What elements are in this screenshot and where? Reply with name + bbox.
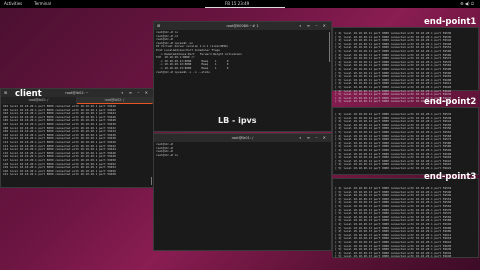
window-controls[interactable]: ⌕ ≡ – ✕ xyxy=(299,134,328,142)
label-endpoint2: end-point2 xyxy=(424,97,477,107)
terminal-window-ep3[interactable]: [ 4] local 10.10.20.13 port 8080 connect… xyxy=(332,178,479,258)
terminal-line: root@lb:~# ls xyxy=(156,152,178,157)
terminal-line: [ 5] local 10.10.20.13 port 8080 connect… xyxy=(335,254,452,259)
window-title: root@lb01: / xyxy=(231,136,254,140)
terminal-line: 121 local 10.10.20.1 port 8080 connected… xyxy=(3,172,116,177)
system-tray[interactable]: ⚙ ◀) ⏻ xyxy=(460,0,474,8)
terminal-window-ep2[interactable]: [ 4] local 10.10.20.12 port 8080 connect… xyxy=(332,107,479,175)
terminal-output[interactable]: [ 4] local 10.10.20.12 port 8080 connect… xyxy=(333,108,478,172)
window-title: root@K0080:~# 1 xyxy=(226,24,259,28)
window-controls[interactable]: ⌕ ≡ – ✕ xyxy=(299,22,328,30)
terminal-line: [ 5] local 10.10.20.12 port 8080 connect… xyxy=(335,165,452,170)
window-title: root@lb02: ~ xyxy=(65,91,89,95)
activities-button[interactable]: Activities xyxy=(4,0,22,8)
window-controls[interactable]: ⌕ ≡ – ✕ xyxy=(121,89,150,97)
label-endpoint3: end-point3 xyxy=(424,172,477,182)
terminal-window-ep1[interactable]: [ 4] local 10.10.20.11 port 8080 connect… xyxy=(332,27,479,103)
titlebar[interactable]: ⊞ root@K0080:~# 1 ⌕ ≡ – ✕ xyxy=(154,22,331,30)
scrollbar[interactable] xyxy=(151,177,152,185)
recording-indicator xyxy=(205,7,285,8)
terminal-output[interactable]: root@lb:~# root@lb:~# root@lb:~# root@lb:~#… xyxy=(154,142,331,158)
new-tab-icon[interactable]: ⊞ xyxy=(4,89,7,97)
label-client: client xyxy=(15,89,42,99)
terminal-output[interactable]: [ 4] local 10.10.20.11 port 8080 connect… xyxy=(333,28,478,105)
terminal-line: root@lb:~# ipvsadm -L -n --stats xyxy=(156,69,210,74)
scrollbar[interactable] xyxy=(329,32,330,62)
terminal-output[interactable]: 102 local 10.10.20.1 port 8080 connected… xyxy=(1,104,153,178)
terminal-output[interactable]: [ 4] local 10.10.20.13 port 8080 connect… xyxy=(333,179,478,260)
label-endpoint1: end-point1 xyxy=(424,17,477,27)
new-tab-icon[interactable]: ⊞ xyxy=(157,22,160,30)
terminal-window-lb-2[interactable]: root@lb01: / ⌕ ≡ – ✕ root@lb:~# root@lb:~… xyxy=(153,133,332,251)
terminal-output[interactable]: root@lb:~# ls root@lb:~# cd root@lb:~# root… xyxy=(154,30,331,75)
app-menu-terminal[interactable]: Terminal xyxy=(34,0,51,8)
titlebar[interactable]: root@lb01: / ⌕ ≡ – ✕ xyxy=(154,134,331,142)
tab-2[interactable]: root@lb02: / xyxy=(77,97,153,104)
label-lb: LB - ipvs xyxy=(218,116,257,125)
terminal-window-client[interactable]: ⊞ root@lb02: ~ ⌕ ≡ – ✕ root@lb02: / root… xyxy=(0,88,154,188)
